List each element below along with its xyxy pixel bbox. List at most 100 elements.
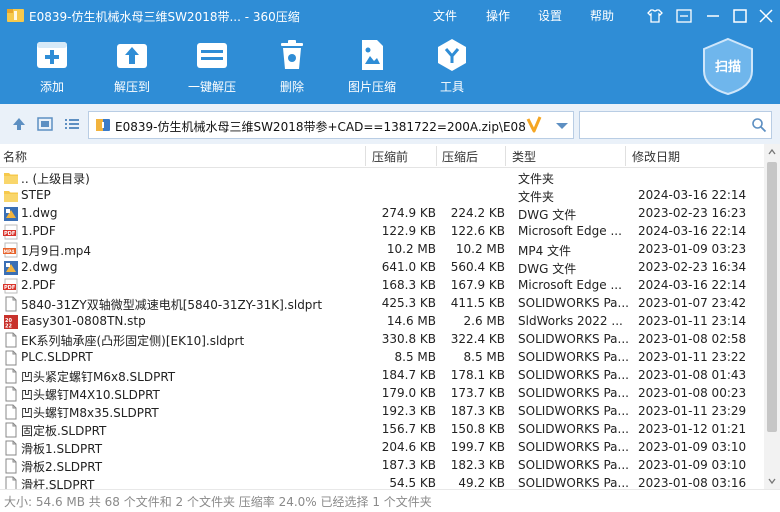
- doc-file-icon: [3, 440, 19, 456]
- file-name: Easy301-0808TN.stp: [21, 314, 146, 328]
- doc-file-icon: [3, 368, 19, 384]
- doc-file-icon: [3, 422, 19, 438]
- file-row[interactable]: 2.dwg 641.0 KB 560.4 KB DWG 文件 2023-02-23 16…: [0, 259, 764, 277]
- column-divider[interactable]: [505, 146, 506, 166]
- file-modified: 2024-03-16 22:14: [638, 224, 747, 238]
- extract-to-button[interactable]: 解压到: [97, 38, 167, 98]
- scan-label: 扫描: [714, 60, 741, 75]
- menu-help[interactable]: 帮助: [590, 7, 614, 24]
- close-icon[interactable]: [757, 7, 775, 25]
- file-row[interactable]: 固定板.SLDPRT 156.7 KB 150.8 KB SOLIDWORKS Pa.…: [0, 421, 764, 439]
- file-modified: 2023-01-07 23:42: [638, 296, 747, 310]
- file-name: EK系列轴承座(凸形固定侧)[EK10].sldprt: [21, 334, 245, 348]
- one-click-extract-label: 一键解压: [187, 80, 236, 94]
- column-size[interactable]: 压缩前: [372, 148, 408, 165]
- file-type: SOLIDWORKS Pa...: [518, 296, 629, 310]
- title-bar: E0839-仿生机械水母三维SW2018带... - 360压缩 文件 操作 设…: [0, 0, 780, 32]
- chevron-down-icon[interactable]: [551, 116, 573, 136]
- file-type: DWG 文件: [518, 208, 577, 222]
- file-type: SOLIDWORKS Pa...: [518, 332, 629, 346]
- file-name: 2.dwg: [21, 260, 58, 274]
- image-compress-button[interactable]: 图片压缩: [337, 38, 407, 98]
- one-click-extract-icon: [197, 43, 227, 68]
- file-row[interactable]: 滑板1.SLDPRT 204.6 KB 199.7 KB SOLIDWORKS Pa.…: [0, 439, 764, 457]
- file-row[interactable]: MP4 1月9日.mp4 10.2 MB 10.2 MB MP4 文件 2023-01-0…: [0, 241, 764, 259]
- file-row[interactable]: 5840-31ZY双轴微型减速电机[5840-31ZY-31K].sldprt 4…: [0, 295, 764, 313]
- menu-operation[interactable]: 操作: [486, 7, 510, 24]
- tools-label: 工具: [439, 80, 464, 94]
- file-row[interactable]: 凹头螺钉M4X10.SLDPRT 179.0 KB 173.7 KB SOLIDWOR…: [0, 385, 764, 403]
- folder-file-icon: [3, 170, 19, 186]
- minimize-icon[interactable]: [704, 7, 722, 25]
- file-size: 330.8 KB: [381, 332, 436, 346]
- column-name[interactable]: 名称: [3, 148, 27, 165]
- file-row[interactable]: 滑板2.SLDPRT 187.3 KB 182.3 KB SOLIDWORKS Pa.…: [0, 457, 764, 475]
- list-view-icon[interactable]: [64, 116, 80, 132]
- file-row[interactable]: .. (上级目录) 文件夹: [0, 169, 764, 187]
- file-modified: 2023-01-08 00:23: [638, 386, 747, 400]
- scroll-up-icon[interactable]: [768, 148, 776, 156]
- delete-button[interactable]: 删除: [257, 38, 327, 98]
- file-type: SOLIDWORKS Pa...: [518, 440, 629, 454]
- menu-settings[interactable]: 设置: [538, 7, 562, 24]
- maximize-icon[interactable]: [731, 7, 749, 25]
- file-size: 14.6 MB: [386, 314, 436, 328]
- file-name: 凹头紧定螺钉M6x8.SLDPRT: [21, 370, 176, 384]
- address-bar[interactable]: E0839-仿生机械水母三维SW2018带参+CAD==1381722=200A…: [88, 111, 574, 139]
- file-name: .. (上级目录): [21, 172, 90, 186]
- file-row[interactable]: PLC.SLDPRT 8.5 MB 8.5 MB SOLIDWORKS Pa... 20…: [0, 349, 764, 367]
- file-packed-size: 8.5 MB: [463, 350, 505, 364]
- doc-file-icon: [3, 458, 19, 474]
- svg-text:PDF: PDF: [4, 231, 15, 237]
- stp-file-icon: 20 22: [3, 314, 19, 330]
- file-row[interactable]: 1.dwg 274.9 KB 224.2 KB DWG 文件 2023-02-23 16…: [0, 205, 764, 223]
- file-modified: 2023-01-09 03:10: [638, 440, 747, 454]
- vertical-scrollbar[interactable]: [764, 144, 780, 489]
- pdf-file-icon: PDF: [3, 224, 19, 240]
- scroll-down-icon[interactable]: [768, 477, 776, 485]
- file-packed-size: 322.4 KB: [450, 332, 505, 346]
- column-packed[interactable]: 压缩后: [442, 148, 478, 165]
- doc-file-icon: [3, 404, 19, 420]
- scrollbar-thumb[interactable]: [767, 162, 777, 432]
- file-name: 凹头螺钉M4X10.SLDPRT: [21, 388, 160, 402]
- skin-icon[interactable]: [646, 7, 664, 25]
- file-row[interactable]: STEP 文件夹 2024-03-16 22:14: [0, 187, 764, 205]
- mini-mode-icon[interactable]: [675, 7, 693, 25]
- up-level-icon[interactable]: [11, 116, 27, 132]
- file-list[interactable]: .. (上级目录) 文件夹 STEP 文件夹 2024-03-16 22:14 1.dwg…: [0, 169, 764, 489]
- file-size: 168.3 KB: [381, 278, 436, 292]
- search-icon[interactable]: [751, 117, 767, 133]
- thumbnail-view-icon[interactable]: [37, 116, 53, 132]
- file-packed-size: 178.1 KB: [450, 368, 505, 382]
- add-label: 添加: [39, 80, 64, 94]
- file-row[interactable]: 20 22 Easy301-0808TN.stp 14.6 MB 2.6 MB SldWo…: [0, 313, 764, 331]
- column-divider[interactable]: [365, 146, 366, 166]
- file-name: 滑板2.SLDPRT: [21, 460, 103, 474]
- column-header: 名称 压缩前 压缩后 类型 修改日期: [0, 144, 764, 168]
- file-modified: 2024-03-16 22:14: [638, 278, 747, 292]
- column-divider[interactable]: [436, 146, 437, 166]
- file-size: 425.3 KB: [381, 296, 436, 310]
- search-box[interactable]: [579, 111, 772, 139]
- svg-text:PDF: PDF: [4, 285, 15, 291]
- column-divider[interactable]: [625, 146, 626, 166]
- add-button[interactable]: 添加: [17, 38, 87, 98]
- file-row[interactable]: 滑杆.SLDPRT 54.5 KB 49.2 KB SOLIDWORKS Pa... 2…: [0, 475, 764, 489]
- file-type: SldWorks 2022 ...: [518, 314, 623, 328]
- file-type: SOLIDWORKS Pa...: [518, 368, 629, 382]
- file-row[interactable]: 凹头螺钉M8x35.SLDPRT 192.3 KB 187.3 KB SOLIDWOR…: [0, 403, 764, 421]
- scan-button[interactable]: 扫描: [700, 37, 756, 95]
- file-row[interactable]: PDF 1.PDF 122.9 KB 122.6 KB Microsoft Edge .…: [0, 223, 764, 241]
- tools-button[interactable]: 工具: [417, 38, 487, 98]
- column-type[interactable]: 类型: [512, 148, 536, 165]
- menu-file[interactable]: 文件: [433, 7, 457, 24]
- file-modified: 2024-03-16 22:14: [638, 188, 747, 202]
- file-row[interactable]: 凹头紧定螺钉M6x8.SLDPRT 184.7 KB 178.1 KB SOLIDWO…: [0, 367, 764, 385]
- file-row[interactable]: PDF 2.PDF 168.3 KB 167.9 KB Microsoft Edge .…: [0, 277, 764, 295]
- file-size: 192.3 KB: [381, 404, 436, 418]
- column-modified[interactable]: 修改日期: [632, 148, 680, 165]
- one-click-extract-button[interactable]: 一键解压: [177, 38, 247, 98]
- file-size: 187.3 KB: [381, 458, 436, 472]
- file-row[interactable]: EK系列轴承座(凸形固定侧)[EK10].sldprt 330.8 KB 322.4…: [0, 331, 764, 349]
